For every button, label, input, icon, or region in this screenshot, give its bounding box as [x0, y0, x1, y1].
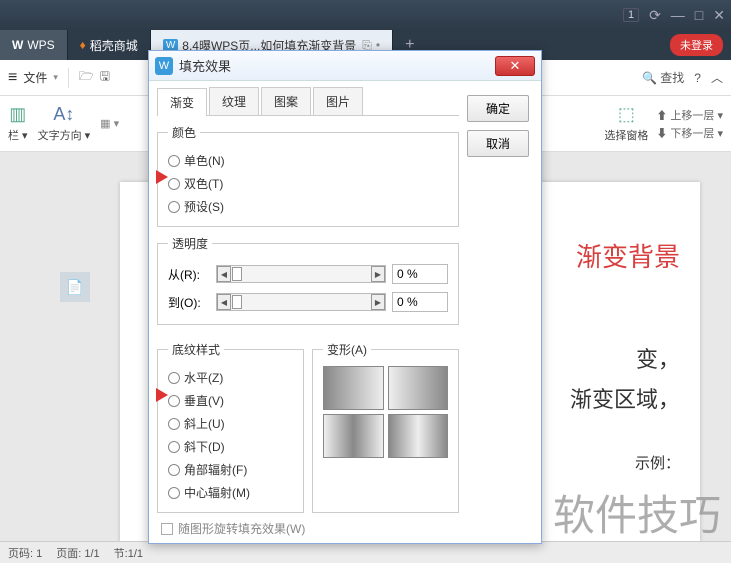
- tab-gradient[interactable]: 渐变: [157, 88, 207, 116]
- from-slider[interactable]: ◀ ▶: [216, 265, 386, 283]
- fire-icon: ♦: [80, 38, 86, 52]
- doc-example-label: 示例：: [635, 452, 680, 473]
- doc-line: 渐变区域，: [570, 382, 680, 414]
- hamburger-icon[interactable]: ≡: [8, 69, 17, 87]
- radio-label: 斜上(U): [184, 415, 225, 432]
- radio-label: 中心辐射(M): [184, 484, 250, 501]
- from-value[interactable]: 0 %: [392, 264, 448, 284]
- status-bar: 页码: 1 页面: 1/1 节:1/1: [0, 541, 731, 563]
- sync-icon[interactable]: ⟳: [649, 7, 661, 24]
- radio-one-color[interactable]: [168, 155, 180, 167]
- tab-mall[interactable]: ♦稻壳商城: [68, 30, 151, 60]
- tab-wps[interactable]: WWPS: [0, 30, 68, 60]
- layer-up-button[interactable]: ⬆ 上移一层 ▾: [656, 107, 723, 123]
- select-pane-button[interactable]: ⬚选择窗格: [604, 104, 648, 143]
- annotation-arrow-icon: [156, 170, 168, 184]
- color-legend: 颜色: [168, 124, 200, 141]
- dialog-close-button[interactable]: ✕: [495, 56, 535, 76]
- text-direction-button[interactable]: A↕文字方向 ▾: [38, 104, 91, 143]
- open-icon[interactable]: 🗁: [79, 67, 94, 88]
- dialog-app-icon: W: [155, 57, 173, 75]
- radio-horizontal[interactable]: [168, 372, 180, 384]
- fill-effects-dialog: W 填充效果 ✕ 渐变 纹理 图案 图片 颜色 单色(N) 双色(T) 预设(S…: [148, 50, 542, 544]
- slider-right-icon[interactable]: ▶: [371, 294, 385, 310]
- radio-diag-up[interactable]: [168, 418, 180, 430]
- variants-legend: 变形(A): [323, 341, 371, 358]
- columns-button[interactable]: ▥栏 ▾: [8, 104, 28, 143]
- status-pages: 页面: 1/1: [56, 545, 99, 561]
- to-value[interactable]: 0 %: [392, 292, 448, 312]
- status-section: 节:1/1: [114, 545, 143, 561]
- help-icon[interactable]: ?: [694, 71, 701, 85]
- dialog-title: 填充效果: [179, 56, 231, 75]
- radio-label: 垂直(V): [184, 392, 224, 409]
- variant-preview[interactable]: [388, 366, 449, 410]
- slider-thumb[interactable]: [232, 295, 242, 309]
- radio-preset[interactable]: [168, 201, 180, 213]
- to-slider[interactable]: ◀ ▶: [216, 293, 386, 311]
- radio-label: 水平(Z): [184, 369, 223, 386]
- radio-center[interactable]: [168, 487, 180, 499]
- collapse-ribbon-icon[interactable]: ︿: [711, 69, 723, 86]
- radio-label: 预设(S): [184, 198, 224, 215]
- variant-preview[interactable]: [323, 414, 384, 458]
- transparency-fieldset: 透明度 从(R): ◀ ▶ 0 % 到(O): ◀: [157, 235, 459, 325]
- layer-down-button[interactable]: ⬇ 下移一层 ▾: [656, 125, 723, 141]
- minimize-icon[interactable]: —: [671, 7, 685, 23]
- radio-label: 角部辐射(F): [184, 461, 247, 478]
- slider-right-icon[interactable]: ▶: [371, 266, 385, 282]
- doc-line: 变，: [636, 342, 680, 374]
- variant-preview[interactable]: [323, 366, 384, 410]
- dialog-titlebar: W 填充效果 ✕: [149, 51, 541, 81]
- variant-preview[interactable]: [388, 414, 449, 458]
- trans-legend: 透明度: [168, 235, 212, 252]
- radio-label: 单色(N): [184, 152, 225, 169]
- rotate-label: 随图形旋转填充效果(W): [178, 520, 305, 537]
- tab-picture[interactable]: 图片: [313, 87, 363, 115]
- radio-two-color[interactable]: [168, 178, 180, 190]
- radio-diag-down[interactable]: [168, 441, 180, 453]
- radio-vertical[interactable]: [168, 395, 180, 407]
- tab-count-badge: 1: [623, 8, 639, 22]
- save-icon[interactable]: 🖫: [100, 67, 110, 88]
- radio-label: 斜下(D): [184, 438, 225, 455]
- doc-heading: 渐变背景: [576, 237, 680, 274]
- variants-fieldset: 变形(A): [312, 341, 459, 513]
- from-label: 从(R):: [168, 266, 210, 283]
- style-legend: 底纹样式: [168, 341, 224, 358]
- tab-texture[interactable]: 纹理: [209, 87, 259, 115]
- find-button[interactable]: 🔍 查找: [642, 69, 684, 86]
- to-label: 到(O):: [168, 294, 210, 311]
- radio-label: 双色(T): [184, 175, 223, 192]
- slider-thumb[interactable]: [232, 267, 242, 281]
- shading-style-fieldset: 底纹样式 水平(Z) 垂直(V) 斜上(U) 斜下(D) 角部辐射(F) 中心辐…: [157, 341, 304, 513]
- tab-pattern[interactable]: 图案: [261, 87, 311, 115]
- rotate-checkbox[interactable]: [161, 523, 173, 535]
- radio-corner[interactable]: [168, 464, 180, 476]
- color-fieldset: 颜色 单色(N) 双色(T) 预设(S): [157, 124, 459, 227]
- thumbnail-pane[interactable]: 📄: [60, 272, 90, 302]
- ok-button[interactable]: 确定: [467, 95, 529, 122]
- close-icon[interactable]: ✕: [713, 7, 725, 24]
- login-badge[interactable]: 未登录: [670, 34, 723, 56]
- annotation-arrow-icon: [156, 388, 168, 402]
- file-menu[interactable]: 文件: [23, 69, 47, 86]
- slider-left-icon[interactable]: ◀: [217, 294, 231, 310]
- slider-left-icon[interactable]: ◀: [217, 266, 231, 282]
- cancel-button[interactable]: 取消: [467, 130, 529, 157]
- window-titlebar: 1 ⟳ — □ ✕: [0, 0, 731, 30]
- dialog-tabs: 渐变 纹理 图案 图片: [157, 87, 459, 116]
- maximize-icon[interactable]: □: [695, 7, 703, 23]
- status-page: 页码: 1: [8, 545, 42, 561]
